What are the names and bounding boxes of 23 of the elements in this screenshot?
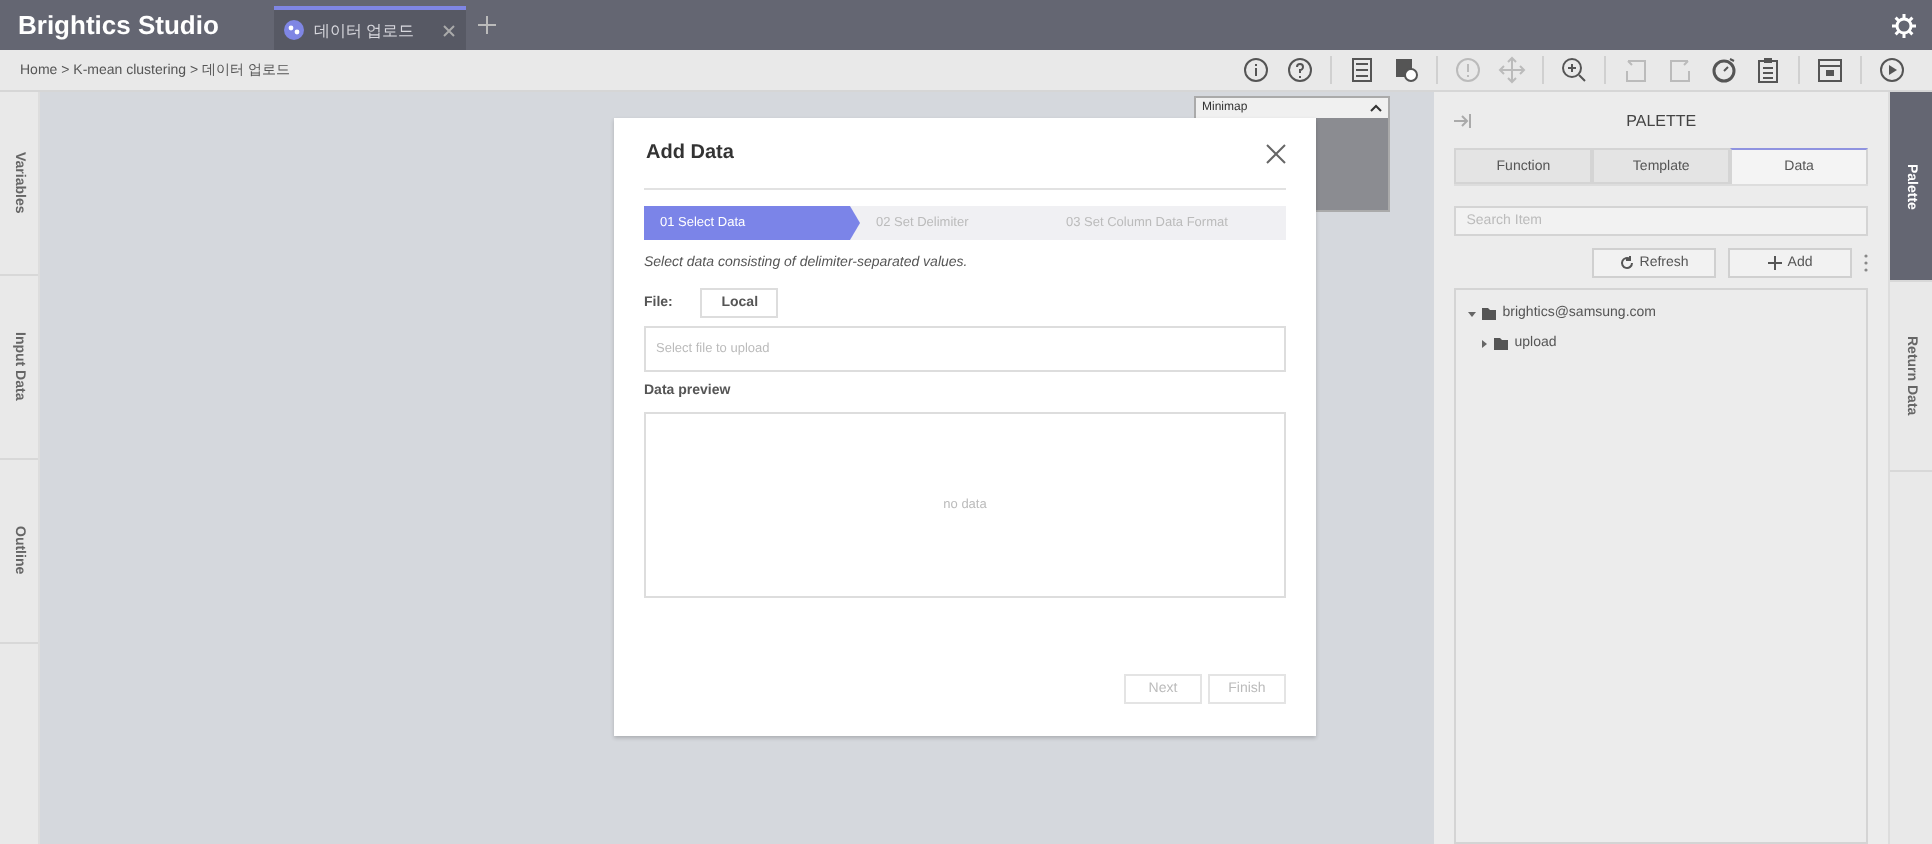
close-icon[interactable] xyxy=(442,23,456,37)
app-title: Brightics Studio xyxy=(16,10,221,40)
dialog-title: Add Data xyxy=(644,142,734,164)
sheet-icon[interactable] xyxy=(1348,56,1376,84)
caret-icon[interactable] xyxy=(1468,309,1477,317)
folder-icon xyxy=(1494,337,1509,349)
add-tab-icon[interactable] xyxy=(478,16,496,34)
clipboard-icon[interactable] xyxy=(1754,56,1782,84)
caret-icon[interactable] xyxy=(1480,339,1489,347)
panel-title: PALETTE xyxy=(1624,111,1699,129)
caret-icon[interactable] xyxy=(1369,104,1382,112)
close-icon[interactable] xyxy=(1266,143,1286,163)
clock-icon[interactable] xyxy=(1710,56,1738,84)
info-icon[interactable] xyxy=(1242,56,1270,84)
play-icon[interactable] xyxy=(1878,56,1906,84)
help-icon[interactable] xyxy=(1286,56,1314,84)
settings-icon[interactable] xyxy=(1892,13,1916,37)
zoom-icon[interactable] xyxy=(1560,56,1588,84)
more-icon[interactable] xyxy=(1864,254,1869,272)
folder-icon xyxy=(1482,307,1497,319)
document-tab[interactable]: 데이터 업로드 xyxy=(274,6,466,50)
refresh-icon xyxy=(1619,256,1634,270)
plus-icon xyxy=(1767,256,1782,270)
